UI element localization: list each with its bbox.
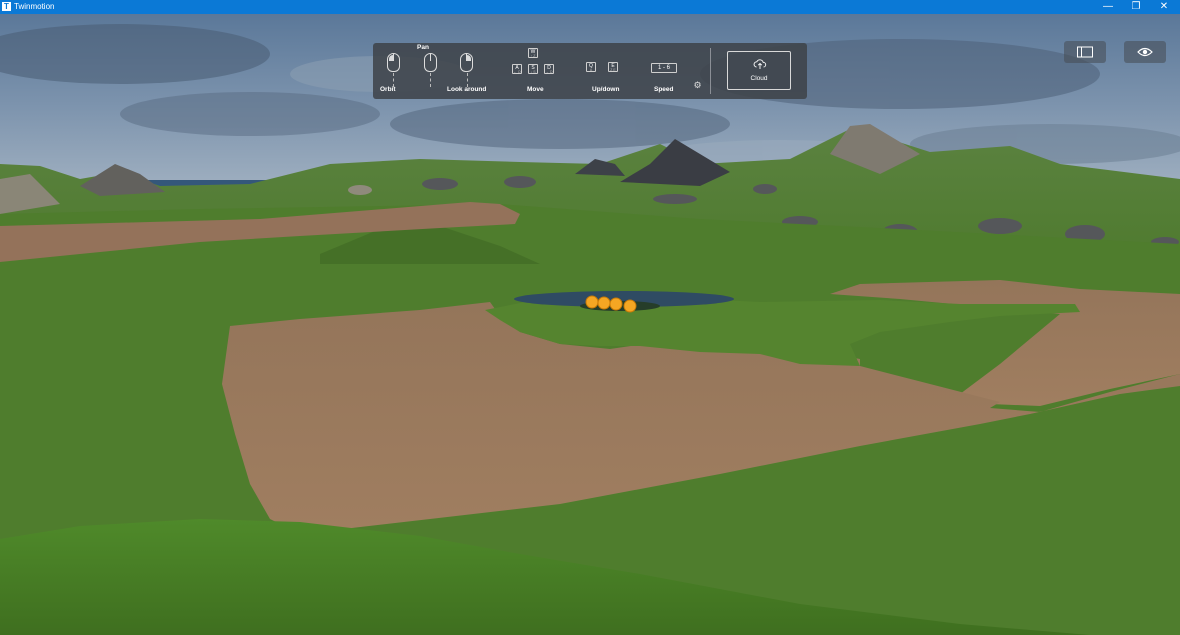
navigation-help-panel: Orbit Pan Look around W ↑ Z A ← Q S ↓ S D → … xyxy=(373,43,807,99)
cloud-button[interactable]: Cloud xyxy=(727,51,791,90)
panel-toggle-button[interactable] xyxy=(1064,41,1106,63)
move-control: W ↑ Z A ← Q S ↓ S D → D Move xyxy=(511,43,561,99)
orbit-guide-line xyxy=(393,73,394,87)
orbit-label: Orbit xyxy=(380,86,396,93)
key-w: W ↑ Z xyxy=(528,48,538,58)
speed-control: 1 - 6 Speed xyxy=(649,43,681,99)
pan-label: Pan xyxy=(417,44,429,51)
look-around-control: Look around xyxy=(447,43,487,99)
eye-icon xyxy=(1137,47,1153,57)
gear-icon[interactable]: ⚙ xyxy=(693,81,702,90)
mouse-middle-icon xyxy=(424,53,437,72)
key-1-6: 1 - 6 xyxy=(651,63,677,73)
orbit-control: Orbit xyxy=(379,43,409,99)
look-around-label: Look around xyxy=(447,86,487,93)
view-mode-button[interactable] xyxy=(1124,41,1166,63)
close-button[interactable]: ✕ xyxy=(1150,0,1178,14)
key-a: A ← Q xyxy=(512,64,522,74)
look-guide-line xyxy=(467,73,468,87)
marker-2[interactable] xyxy=(597,296,611,310)
twinmotion-logo-icon: T xyxy=(2,2,11,11)
key-s: S ↓ S xyxy=(528,64,538,74)
window-titlebar: T Twinmotion — ❐ ✕ xyxy=(0,0,1180,14)
pan-control: Pan xyxy=(417,43,447,99)
updown-label: Up/down xyxy=(592,86,620,93)
key-q: QA xyxy=(586,62,596,72)
panel-divider xyxy=(710,48,711,94)
pan-guide-line xyxy=(430,73,431,87)
speed-label: Speed xyxy=(654,86,674,93)
cloud-upload-icon xyxy=(753,59,767,69)
maximize-button[interactable]: ❐ xyxy=(1122,0,1150,14)
marker-1[interactable] xyxy=(585,295,599,309)
marker-3[interactable] xyxy=(609,297,623,311)
window-title: Twinmotion xyxy=(14,2,55,11)
cloud-button-label: Cloud xyxy=(750,75,768,82)
panel-toggle-icon xyxy=(1077,46,1093,58)
mouse-right-icon xyxy=(460,53,473,72)
marker-4[interactable] xyxy=(623,299,637,313)
3d-viewport[interactable]: Orbit Pan Look around W ↑ Z A ← Q S ↓ S D → … xyxy=(0,14,1180,635)
mouse-left-icon xyxy=(387,53,400,72)
key-d: D → D xyxy=(544,64,554,74)
landscape-scene[interactable] xyxy=(0,14,1180,635)
move-label: Move xyxy=(527,86,544,93)
updown-control: QA EZ E Up/down xyxy=(585,43,630,99)
minimize-button[interactable]: — xyxy=(1094,0,1122,14)
key-e: EZ E xyxy=(608,62,618,72)
